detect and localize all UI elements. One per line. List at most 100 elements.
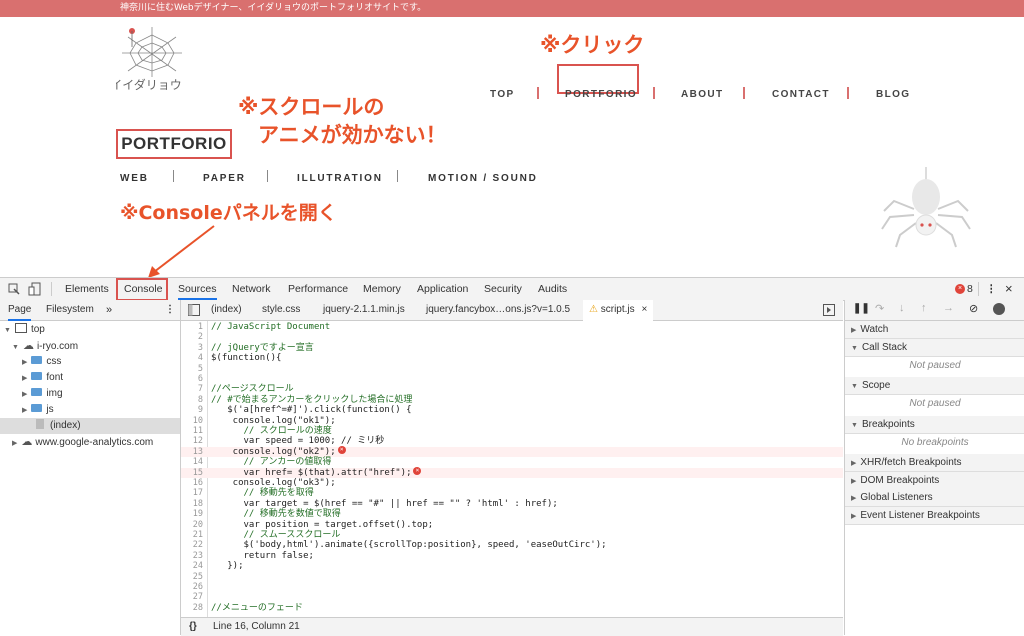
code-line[interactable]: 2: [181, 332, 843, 342]
code-line[interactable]: 20 var position = target.offset().top;: [181, 520, 843, 530]
line-number[interactable]: 13: [181, 447, 203, 457]
code-line[interactable]: 3 // jQueryですよー宣言: [181, 343, 843, 353]
inspect-element-icon[interactable]: [8, 283, 20, 295]
close-icon[interactable]: ×: [1005, 278, 1013, 300]
line-number[interactable]: 17: [181, 488, 203, 498]
section-global-listeners[interactable]: ▶ Global Listeners: [845, 489, 1024, 507]
site-logo[interactable]: イイダリョウ: [110, 25, 188, 97]
section-call-stack[interactable]: ▼ Call Stack: [845, 339, 1024, 357]
line-number[interactable]: 7: [181, 384, 203, 394]
code-line[interactable]: 6: [181, 374, 843, 384]
code-line[interactable]: 21 // スムーススクロール: [181, 530, 843, 540]
tab-application[interactable]: Application: [417, 278, 468, 300]
editor-tab-fancybox[interactable]: jquery.fancybox…ons.js?v=1.0.5: [426, 300, 570, 320]
line-number[interactable]: 24: [181, 561, 203, 571]
tab-security[interactable]: Security: [484, 278, 522, 300]
step-out-icon[interactable]: ↑: [921, 302, 927, 314]
tab-page[interactable]: Page: [8, 300, 32, 321]
section-xhr-breakpoints[interactable]: ▶ XHR/fetch Breakpoints: [845, 454, 1024, 472]
code-line[interactable]: 4 $(function(){: [181, 353, 843, 363]
tree-folder-font[interactable]: ▶ font: [22, 370, 63, 386]
tree-folder-img[interactable]: ▶ img: [22, 386, 63, 402]
code-line[interactable]: 28 //メニューのフェード: [181, 603, 843, 613]
tab-sources[interactable]: Sources: [178, 278, 217, 300]
subnav-illutration[interactable]: ILLUTRATION: [297, 173, 383, 184]
line-number[interactable]: 3: [181, 343, 203, 353]
line-number[interactable]: 23: [181, 551, 203, 561]
line-number[interactable]: 22: [181, 540, 203, 550]
section-event-listener-breakpoints[interactable]: ▶ Event Listener Breakpoints: [845, 507, 1024, 525]
error-count[interactable]: 8: [967, 278, 973, 300]
line-number[interactable]: 19: [181, 509, 203, 519]
line-number[interactable]: 12: [181, 436, 203, 446]
line-number[interactable]: 6: [181, 374, 203, 384]
nav-top[interactable]: TOP: [490, 89, 515, 100]
tree-folder-css[interactable]: ▶ css: [22, 354, 61, 370]
line-number[interactable]: 2: [181, 332, 203, 342]
tab-audits[interactable]: Audits: [538, 278, 567, 300]
subnav-web[interactable]: WEB: [120, 173, 149, 184]
code-line[interactable]: 10 console.log("ok1");: [181, 416, 843, 426]
line-number[interactable]: 20: [181, 520, 203, 530]
tree-file-index[interactable]: (index): [0, 418, 180, 434]
line-number[interactable]: 5: [181, 364, 203, 374]
line-number[interactable]: 14: [181, 457, 203, 467]
line-number[interactable]: 18: [181, 499, 203, 509]
editor-tab-script-js[interactable]: ⚠ script.js ×: [583, 300, 654, 321]
line-number[interactable]: 10: [181, 416, 203, 426]
more-tabs-icon[interactable]: »: [106, 300, 112, 320]
code-line[interactable]: 18 var target = $(href == "#" || href ==…: [181, 499, 843, 509]
subnav-paper[interactable]: PAPER: [203, 173, 246, 184]
line-number[interactable]: 28: [181, 603, 203, 613]
step-over-icon[interactable]: ↷: [875, 302, 884, 315]
code-line[interactable]: 12 var speed = 1000; // ミリ秒: [181, 436, 843, 446]
code-line[interactable]: 23 return false;: [181, 551, 843, 561]
code-line[interactable]: 26: [181, 582, 843, 592]
nav-contact[interactable]: CONTACT: [772, 89, 830, 100]
code-line[interactable]: 22 $('body,html').animate({scrollTop:pos…: [181, 540, 843, 550]
close-tab-icon[interactable]: ×: [641, 304, 647, 315]
tab-elements[interactable]: Elements: [65, 278, 109, 300]
error-icon[interactable]: ×: [955, 284, 965, 294]
code-line[interactable]: 27: [181, 592, 843, 602]
line-number[interactable]: 16: [181, 478, 203, 488]
line-number[interactable]: 26: [181, 582, 203, 592]
tab-filesystem[interactable]: Filesystem: [46, 300, 94, 320]
code-line[interactable]: 11 // スクロールの速度: [181, 426, 843, 436]
line-number[interactable]: 11: [181, 426, 203, 436]
code-line[interactable]: 24 });: [181, 561, 843, 571]
tab-performance[interactable]: Performance: [288, 278, 348, 300]
code-line[interactable]: 9 $('a[href^=#]').click(function() {: [181, 405, 843, 415]
section-scope[interactable]: ▼ Scope: [845, 377, 1024, 395]
tab-console[interactable]: Console: [124, 278, 163, 300]
device-toolbar-icon[interactable]: [28, 282, 42, 296]
code-line[interactable]: 14 // アンカーの値取得: [181, 457, 843, 467]
code-line[interactable]: 13 console.log("ok2"); ×: [181, 446, 843, 458]
line-number[interactable]: 25: [181, 572, 203, 582]
deactivate-breakpoints-icon[interactable]: ⊘: [969, 302, 978, 315]
error-icon[interactable]: ×: [413, 467, 422, 476]
tree-folder-js[interactable]: ▶ js: [22, 402, 54, 418]
error-icon[interactable]: ×: [337, 446, 346, 455]
code-line[interactable]: 17 // 移動先を取得: [181, 488, 843, 498]
line-number[interactable]: 21: [181, 530, 203, 540]
section-breakpoints[interactable]: ▼ Breakpoints: [845, 416, 1024, 434]
code-line[interactable]: 19 // 移動先を数値で取得: [181, 509, 843, 519]
more-menu-icon[interactable]: ⋮: [986, 278, 997, 300]
editor-tab-style-css[interactable]: style.css: [262, 300, 300, 320]
code-line[interactable]: 16 console.log("ok3");: [181, 478, 843, 488]
step-into-icon[interactable]: ↓: [899, 302, 905, 314]
editor-tab-jquery[interactable]: jquery-2.1.1.min.js: [323, 300, 405, 320]
subnav-motion-sound[interactable]: MOTION / SOUND: [428, 173, 538, 184]
editor-tab-index[interactable]: (index): [211, 300, 242, 320]
code-line[interactable]: 8 // #で始まるアンカーをクリックした場合に処理: [181, 395, 843, 405]
line-number[interactable]: 9: [181, 405, 203, 415]
code-editor[interactable]: (index) style.css jquery-2.1.1.min.js jq…: [181, 300, 843, 636]
pretty-print-icon[interactable]: {}: [189, 618, 197, 636]
code-line[interactable]: 1 // JavaScript Document: [181, 322, 843, 332]
code-line[interactable]: 7 //ページスクロール: [181, 384, 843, 394]
line-number[interactable]: 1: [181, 322, 203, 332]
nav-blog[interactable]: BLOG: [876, 89, 911, 100]
tab-memory[interactable]: Memory: [363, 278, 401, 300]
code-line[interactable]: 25: [181, 572, 843, 582]
